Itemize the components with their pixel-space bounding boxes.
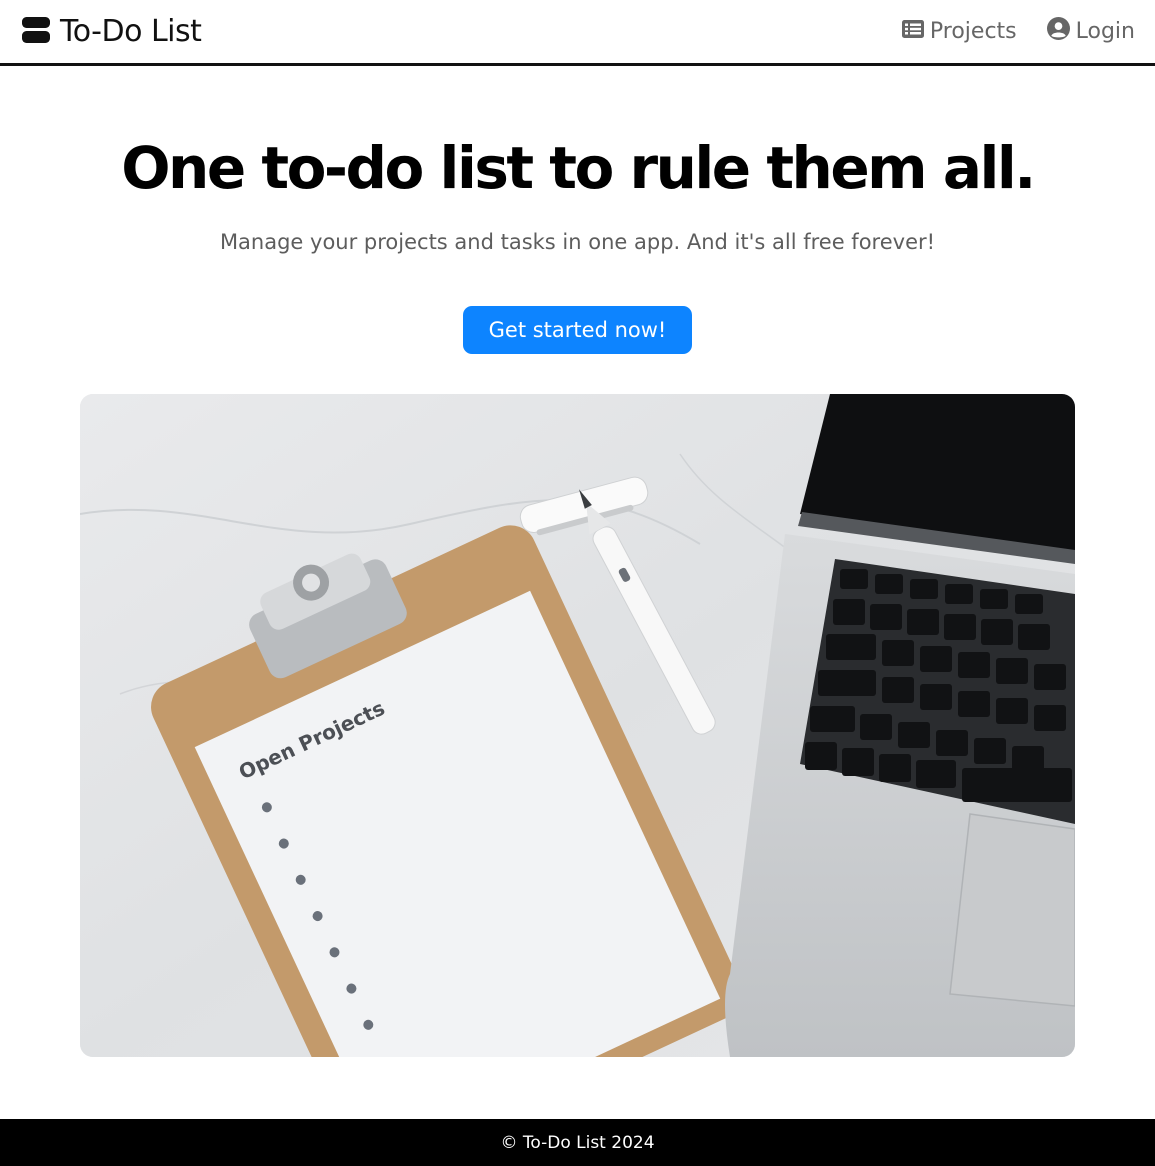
brand-name: To-Do List <box>60 14 202 49</box>
nav-link-projects[interactable]: Projects <box>901 19 1017 44</box>
hero-title: One to-do list to rule them all. <box>121 134 1036 202</box>
hero-subtitle: Manage your projects and tasks in one ap… <box>219 230 936 254</box>
footer: © To-Do List 2024 <box>0 1119 1155 1166</box>
brand-link[interactable]: To-Do List <box>22 14 202 49</box>
user-circle-icon <box>1046 17 1070 46</box>
nav-link-projects-label: Projects <box>929 19 1017 44</box>
server-icon <box>22 16 50 47</box>
desk-illustration: Open Projects <box>80 394 1075 1057</box>
get-started-button[interactable]: Get started now! <box>463 306 692 354</box>
nav-link-login-label: Login <box>1075 19 1135 44</box>
nav-links: Projects Login <box>901 17 1135 46</box>
navbar: To-Do List Projects Login <box>0 0 1155 66</box>
nav-link-login[interactable]: Login <box>1046 17 1135 46</box>
copyright-text: © To-Do List 2024 <box>500 1132 655 1153</box>
hero-image: Open Projects <box>80 394 1075 1057</box>
list-alt-icon <box>901 19 924 44</box>
